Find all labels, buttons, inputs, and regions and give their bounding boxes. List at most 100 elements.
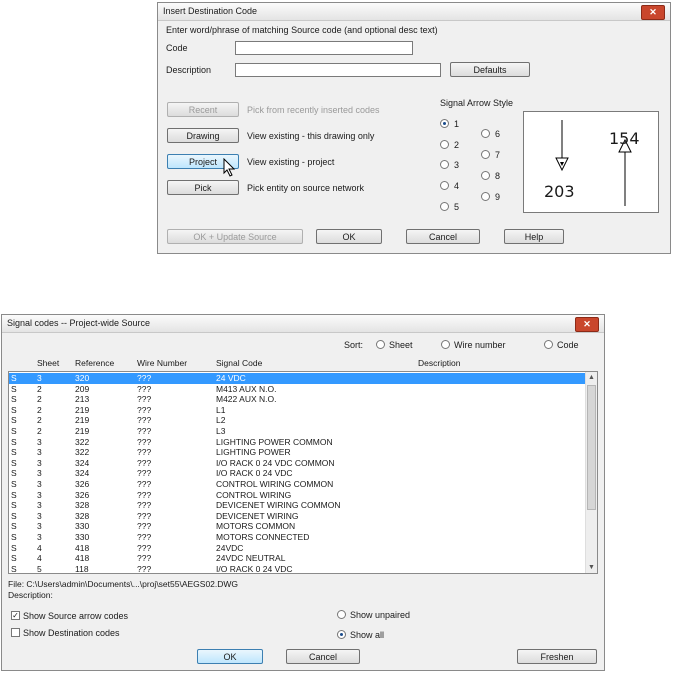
ok-update-source-button[interactable]: OK + Update Source xyxy=(167,229,303,244)
description-text: Description: xyxy=(8,590,53,600)
signal-codes-list[interactable]: S 3 320??? 24 VDC S 2 209??? M413 AUX N.O. S 2 213… xyxy=(8,371,598,574)
cell-signal-code: M413 AUX N.O. xyxy=(216,383,277,394)
table-row[interactable]: S 3 326??? CONTROL WIRING xyxy=(9,490,597,501)
cell-sheet: 4 xyxy=(37,542,42,553)
cell-type: S xyxy=(11,468,17,479)
cancel-button[interactable]: Cancel xyxy=(406,229,480,244)
column-header-description[interactable]: Description xyxy=(418,358,461,368)
arrow-style-radio-9[interactable] xyxy=(481,192,490,201)
table-row[interactable]: S 3 330??? MOTORS COMMON xyxy=(9,521,597,532)
table-row[interactable]: S 2 213??? M422 AUX N.O. xyxy=(9,394,597,405)
cell-reference: 418 xyxy=(75,542,90,553)
close-icon[interactable]: ✕ xyxy=(641,5,665,20)
show-all-radio[interactable] xyxy=(337,630,346,639)
table-row[interactable]: S 2 219??? L3 xyxy=(9,426,597,437)
arrow-style-label-8: 8 xyxy=(495,171,501,181)
table-row[interactable]: S 4 418??? 24VDC xyxy=(9,543,597,554)
scroll-up-icon[interactable]: ▲ xyxy=(586,372,597,383)
arrow-style-radio-7[interactable] xyxy=(481,150,490,159)
table-row[interactable]: S 5 118??? I/O RACK 0 24 VDC xyxy=(9,563,597,574)
sort-code-radio[interactable] xyxy=(544,340,553,349)
defaults-button[interactable]: Defaults xyxy=(450,62,530,77)
column-header-reference[interactable]: Reference xyxy=(75,358,114,368)
show-source-checkbox[interactable]: ✓ xyxy=(11,611,20,620)
column-header-sheet[interactable]: Sheet xyxy=(37,358,59,368)
arrow-style-radio-6[interactable] xyxy=(481,129,490,138)
scroll-down-icon[interactable]: ▼ xyxy=(586,562,597,573)
code-input[interactable] xyxy=(235,41,413,55)
dialog-titlebar: Insert Destination Code ✕ xyxy=(158,3,670,21)
table-row[interactable]: S 3 320??? 24 VDC xyxy=(9,373,597,384)
arrow-style-radio-5[interactable] xyxy=(440,202,449,211)
table-row[interactable]: S 3 322??? LIGHTING POWER COMMON xyxy=(9,437,597,448)
cell-reference: 219 xyxy=(75,415,90,426)
table-row[interactable]: S 3 328??? DEVICENET WIRING COMMON xyxy=(9,500,597,511)
show-unpaired-radio[interactable] xyxy=(337,610,346,619)
recent-button[interactable]: Recent xyxy=(167,102,239,117)
table-row[interactable]: S 3 322??? LIGHTING POWER xyxy=(9,447,597,458)
column-header-signal-code[interactable]: Signal Code xyxy=(216,358,262,368)
cell-sheet: 3 xyxy=(37,521,42,532)
arrow-style-radio-1[interactable] xyxy=(440,119,449,128)
cell-sheet: 3 xyxy=(37,479,42,489)
cell-signal-code: M422 AUX N.O. xyxy=(216,394,277,405)
cell-type: S xyxy=(11,489,17,500)
cell-signal-code: MOTORS CONNECTED xyxy=(216,532,310,542)
preview-right-number: 154 xyxy=(609,129,640,148)
cell-signal-code: LIGHTING POWER COMMON xyxy=(216,436,333,447)
table-row[interactable]: S 4 418??? 24VDC NEUTRAL xyxy=(9,553,597,564)
drawing-button[interactable]: Drawing xyxy=(167,128,239,143)
scroll-thumb[interactable] xyxy=(587,385,596,510)
table-row[interactable]: S 2 219??? L1 xyxy=(9,405,597,416)
arrow-style-radio-2[interactable] xyxy=(440,140,449,149)
show-destination-checkbox[interactable] xyxy=(11,628,20,637)
cell-reference: 213 xyxy=(75,394,90,405)
column-header-wire-number[interactable]: Wire Number xyxy=(137,358,187,368)
ok-button[interactable]: OK xyxy=(197,649,263,664)
cell-type: S xyxy=(11,510,17,521)
cell-type: S xyxy=(11,436,17,447)
cell-signal-code: LIGHTING POWER xyxy=(216,447,291,458)
show-destination-label: Show Destination codes xyxy=(23,628,120,638)
cell-wire-number: ??? xyxy=(137,404,152,415)
help-button[interactable]: Help xyxy=(504,229,564,244)
arrow-style-radio-3[interactable] xyxy=(440,160,449,169)
cell-signal-code: L3 xyxy=(216,426,226,436)
dialog-titlebar: Signal codes -- Project-wide Source ✕ xyxy=(2,315,604,333)
sort-sheet-radio[interactable] xyxy=(376,340,385,349)
sort-wire-number-radio[interactable] xyxy=(441,340,450,349)
table-row[interactable]: S 3 324??? I/O RACK 0 24 VDC xyxy=(9,468,597,479)
cell-signal-code: L1 xyxy=(216,404,226,415)
cell-sheet: 5 xyxy=(37,563,42,574)
table-row[interactable]: S 3 326??? CONTROL WIRING COMMON xyxy=(9,479,597,490)
ok-button[interactable]: OK xyxy=(316,229,382,244)
cell-wire-number: ??? xyxy=(137,447,152,458)
arrow-style-preview: 203 154 xyxy=(523,111,659,213)
table-row[interactable]: S 2 209??? M413 AUX N.O. xyxy=(9,384,597,395)
cell-signal-code: 24VDC NEUTRAL xyxy=(216,553,286,564)
cell-type: S xyxy=(11,563,17,574)
pick-button[interactable]: Pick xyxy=(167,180,239,195)
freshen-button[interactable]: Freshen xyxy=(517,649,597,664)
sort-wire-number-label: Wire number xyxy=(454,340,506,350)
cancel-button[interactable]: Cancel xyxy=(286,649,360,664)
table-row[interactable]: S 3 330??? MOTORS CONNECTED xyxy=(9,532,597,543)
arrow-style-radio-4[interactable] xyxy=(440,181,449,190)
cell-sheet: 3 xyxy=(37,457,42,468)
list-scrollbar[interactable]: ▲ ▼ xyxy=(585,372,597,573)
arrow-style-radio-8[interactable] xyxy=(481,171,490,180)
file-path-text: File: C:\Users\admin\Documents\...\proj\… xyxy=(8,579,239,589)
cell-reference: 330 xyxy=(75,532,90,542)
cell-reference: 322 xyxy=(75,447,90,458)
table-row[interactable]: S 2 219??? L2 xyxy=(9,415,597,426)
cell-type: S xyxy=(11,457,17,468)
close-icon[interactable]: ✕ xyxy=(575,317,599,332)
sort-code-label: Code xyxy=(557,340,579,350)
table-row[interactable]: S 3 324??? I/O RACK 0 24 VDC COMMON xyxy=(9,458,597,469)
cell-reference: 209 xyxy=(75,383,90,394)
description-input[interactable] xyxy=(235,63,441,77)
cell-wire-number: ??? xyxy=(137,436,152,447)
arrow-style-label-7: 7 xyxy=(495,150,501,160)
table-row[interactable]: S 3 328??? DEVICENET WIRING xyxy=(9,511,597,522)
cell-signal-code: I/O RACK 0 24 VDC xyxy=(216,468,293,479)
